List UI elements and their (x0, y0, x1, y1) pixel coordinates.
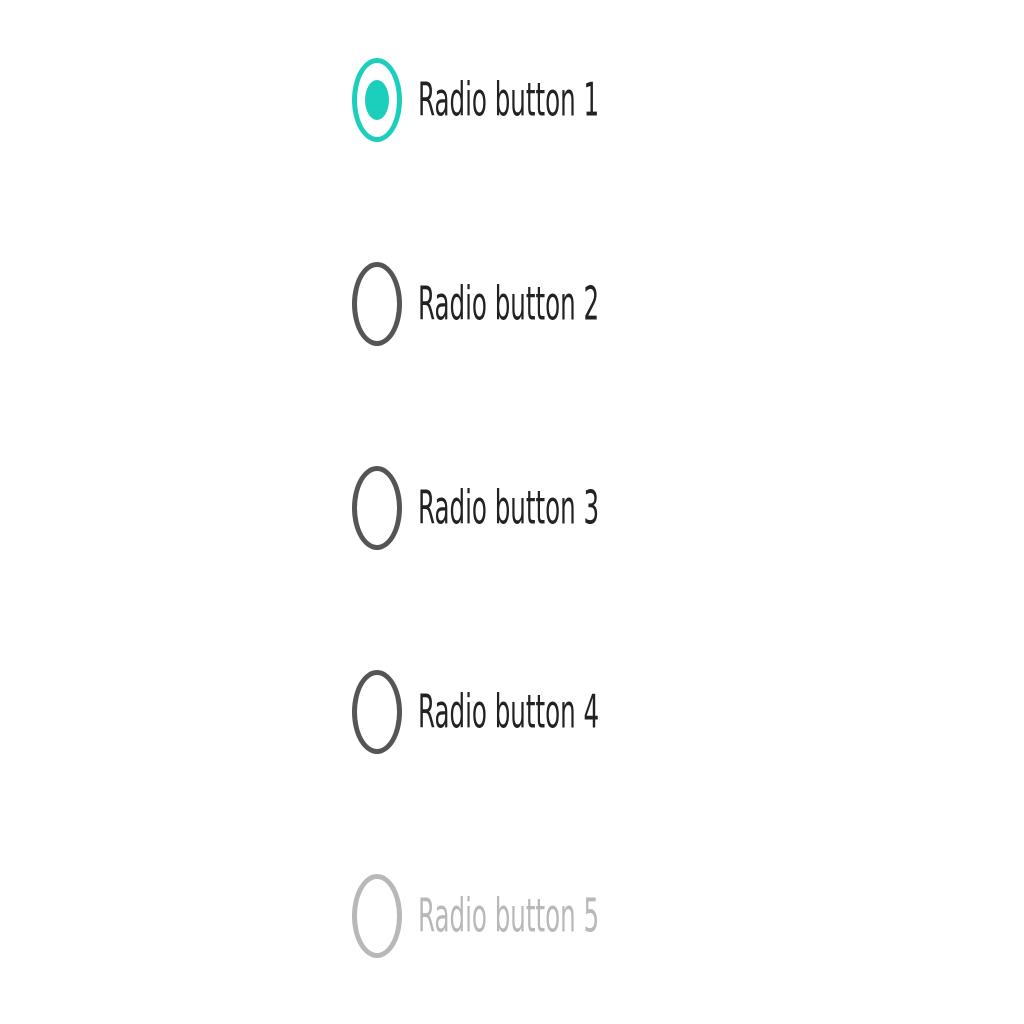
radio-unselected-icon[interactable] (352, 670, 402, 754)
radio-option-2[interactable]: Radio button 2 (352, 258, 710, 350)
radio-option-1[interactable]: Radio button 1 (352, 54, 710, 146)
radio-unselected-icon[interactable] (352, 466, 402, 550)
radio-disabled-icon (352, 874, 402, 958)
radio-option-3[interactable]: Radio button 3 (352, 462, 710, 554)
radio-selected-icon[interactable] (352, 58, 402, 142)
radio-label-2: Radio button 2 (418, 277, 600, 331)
radio-label-5: Radio button 5 (418, 889, 600, 943)
radio-label-3: Radio button 3 (418, 481, 600, 535)
radio-option-4[interactable]: Radio button 4 (352, 666, 710, 758)
radio-option-5-disabled: Radio button 5 (352, 870, 710, 962)
radio-label-1: Radio button 1 (418, 73, 600, 127)
radio-label-4: Radio button 4 (418, 685, 600, 739)
radio-unselected-icon[interactable] (352, 262, 402, 346)
radio-group: Radio button 1 Radio button 2 Radio butt… (0, 0, 1024, 1024)
